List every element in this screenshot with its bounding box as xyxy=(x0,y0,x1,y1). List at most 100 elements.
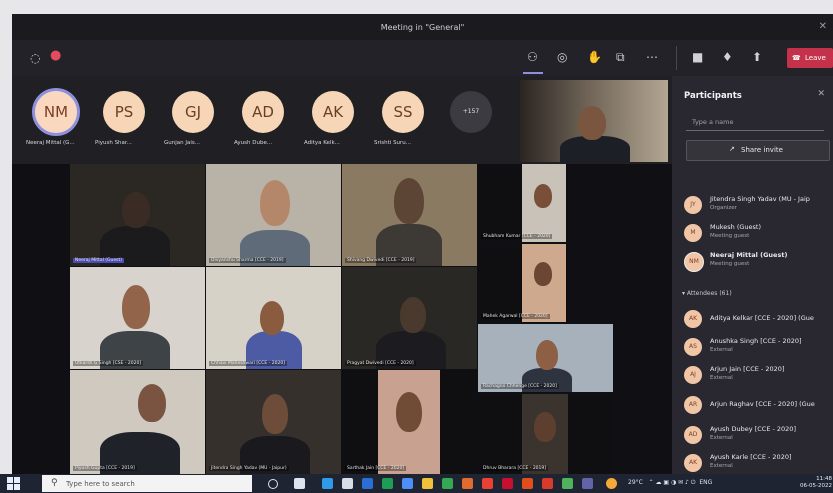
avatar-ad[interactable]: AD xyxy=(242,91,284,133)
avatar-ps[interactable]: PS xyxy=(103,91,145,133)
close-window-icon[interactable]: ✕ xyxy=(819,21,827,32)
participant-role: External xyxy=(710,463,733,469)
participant-name: Anushka Singh [CCE - 2020] xyxy=(710,337,802,345)
participant-item[interactable]: AR Arjun Raghav [CCE - 2020] (Gue xyxy=(684,394,832,418)
teams-icon[interactable] xyxy=(582,478,593,489)
video-tile[interactable]: Rachagno Chhenge [CCE - 2020] xyxy=(478,324,613,392)
tile-name: Piyush Gupta [CCE - 2019] xyxy=(73,466,137,471)
cortana-icon[interactable] xyxy=(268,479,278,489)
video-tile[interactable]: Piyush Gupta [CCE - 2019] xyxy=(70,370,205,474)
powerpoint-icon[interactable] xyxy=(522,478,533,489)
person-head xyxy=(122,285,150,329)
tile-name: Divyanshu Sharma [CCE - 2019] xyxy=(209,258,286,263)
weather-text: 29°C xyxy=(628,479,643,486)
app-icon[interactable] xyxy=(482,478,493,489)
loading-indicator-icon: ◌ xyxy=(30,51,41,65)
chrome-icon[interactable] xyxy=(442,478,453,489)
participant-avatar: AS xyxy=(684,338,702,356)
person-head xyxy=(396,392,422,432)
participant-item[interactable]: AD Ayush Dubey [CCE - 2020] External xyxy=(684,424,832,448)
video-tile[interactable]: Mahek Agarwal [CCE - 2020] xyxy=(478,244,568,322)
participant-name: Aditya Kelkar [CCE - 2020] (Gue xyxy=(710,314,814,322)
avatar-ak[interactable]: AK xyxy=(312,91,354,133)
participant-avatar: NM xyxy=(684,252,704,272)
participant-item[interactable]: AK Aditya Kelkar [CCE - 2020] (Gue xyxy=(684,308,832,332)
taskbar-search-input[interactable]: ⚲ Type here to search xyxy=(42,475,252,492)
system-tray: 29°C ⌃ ☁ ▣ ◑ ✉ ♪ ⏻ ENG xyxy=(628,479,712,487)
share-invite-label: Share invite xyxy=(741,146,783,154)
participants-icon[interactable]: ⚇ xyxy=(527,50,538,64)
participant-avatar: M xyxy=(684,224,702,242)
active-tab-indicator xyxy=(523,72,543,74)
taskbar-clock[interactable]: 11:48 06-05-2022 xyxy=(800,476,832,490)
participant-item[interactable]: AK Ayush Karle [CCE - 2020] External xyxy=(684,452,832,474)
close-panel-icon[interactable]: ✕ xyxy=(817,89,825,99)
language-indicator[interactable]: ENG xyxy=(699,479,712,486)
participant-avatar: AD xyxy=(684,426,702,444)
video-tile[interactable]: Sarthak Jain [CCE - 2020] xyxy=(342,370,477,474)
taskbar-search-placeholder: Type here to search xyxy=(66,480,135,488)
attendees-section-header[interactable]: ▾ Attendees (61) xyxy=(682,290,732,297)
person-head xyxy=(260,301,284,335)
tray-icons[interactable]: ⌃ ☁ ▣ ◑ ✉ ♪ ⏻ xyxy=(645,479,698,486)
participant-item[interactable]: M Mukesh (Guest) Meeting guest xyxy=(684,222,832,246)
app-icon[interactable] xyxy=(562,478,573,489)
video-tile[interactable]: Pragyat Dwivedi [CCE - 2020] xyxy=(342,267,477,369)
participant-item[interactable]: JY Jitendra Singh Yadav (MU - Jaip Organ… xyxy=(684,194,832,218)
leave-button[interactable]: ☎ Leave xyxy=(787,48,833,68)
video-tile[interactable]: Divyanshu Sharma [CCE - 2019] xyxy=(206,164,341,266)
video-tile[interactable]: Shivang Dwivedi [CCE - 2019] xyxy=(342,164,477,266)
video-grid: Neeraj Mittal (Guest) Divyanshu Sharma [… xyxy=(12,164,672,474)
microphone-icon[interactable]: ♦ xyxy=(722,50,733,64)
app-icon[interactable] xyxy=(462,478,473,489)
tile-name: Shubham Kumar [CCE - 2020] xyxy=(481,234,553,239)
more-participants-button[interactable]: +157 xyxy=(450,91,492,133)
tile-name: Rachagno Chhenge [CCE - 2020] xyxy=(481,384,559,389)
tile-name: Shivang Dwivedi [CCE - 2019] xyxy=(345,258,417,263)
tile-name: Utkarsh G Singh [CSE - 2020] xyxy=(73,361,144,366)
excel-icon[interactable] xyxy=(382,478,393,489)
avatar-gj[interactable]: GJ xyxy=(172,91,214,133)
share-screen-icon[interactable]: ⬆ xyxy=(752,50,762,64)
share-invite-button[interactable]: ↗ Share invite xyxy=(686,140,830,161)
video-tile[interactable]: Neeraj Mittal (Guest) xyxy=(70,164,205,266)
app-icon[interactable] xyxy=(542,478,553,489)
task-view-icon[interactable] xyxy=(294,478,305,489)
participant-role: Meeting guest xyxy=(710,261,750,267)
video-tile[interactable]: Dhruv Bharara [CCE - 2019] xyxy=(478,394,613,474)
camera-icon[interactable]: ■ xyxy=(692,50,703,64)
more-options-icon[interactable]: ⋯ xyxy=(646,50,658,64)
participant-item[interactable]: NM Neeraj Mittal (Guest) Meeting guest xyxy=(684,250,832,274)
video-tile[interactable]: Shubham Kumar [CCE - 2020] xyxy=(478,164,568,242)
chat-icon[interactable]: ◎ xyxy=(557,50,567,64)
video-tile[interactable]: Utkarsh G Singh [CSE - 2020] xyxy=(70,267,205,369)
participant-avatar: AK xyxy=(684,310,702,328)
word-icon[interactable] xyxy=(362,478,373,489)
participant-role: Organizer xyxy=(710,205,737,211)
participant-search-input[interactable]: Type a name xyxy=(686,114,824,131)
tile-name: Pragyat Dwivedi [CCE - 2020] xyxy=(345,361,416,366)
acrobat-icon[interactable] xyxy=(502,478,513,489)
participant-avatar: JY xyxy=(684,196,702,214)
windows-start-icon[interactable] xyxy=(7,477,20,490)
teams-meeting-window: Meeting in "General" ✕ ◌ ● ⚇ ◎ ✋ ⧉ ⋯ ■ ♦… xyxy=(12,14,833,474)
participant-item[interactable]: AJ Arjun Jain [CCE - 2020] External xyxy=(684,364,832,388)
rooms-icon[interactable]: ⧉ xyxy=(616,50,625,64)
reactions-icon[interactable]: ✋ xyxy=(587,50,602,64)
participant-item[interactable]: AS Anushka Singh [CCE - 2020] External xyxy=(684,336,832,360)
featured-video[interactable] xyxy=(520,80,668,162)
mail-icon[interactable] xyxy=(402,478,413,489)
store-icon[interactable] xyxy=(342,478,353,489)
video-tile[interactable]: Jitendra Singh Yadav (MU - Jaipur) xyxy=(206,370,341,474)
file-explorer-icon[interactable] xyxy=(422,478,433,489)
window-title: Meeting in "General" xyxy=(380,23,465,32)
search-icon: ⚲ xyxy=(51,478,58,488)
weather-icon xyxy=(606,478,617,489)
windows-taskbar: ⚲ Type here to search 29°C ⌃ ☁ ▣ ◑ ✉ ♪ ⏻… xyxy=(0,474,833,493)
video-tile[interactable]: Chhavi Maheshwari [CCE - 2020] xyxy=(206,267,341,369)
edge-icon[interactable] xyxy=(322,478,333,489)
person-head xyxy=(534,412,556,442)
avatar-ss[interactable]: SS xyxy=(382,91,424,133)
share-icon: ↗ xyxy=(729,145,735,153)
avatar-nm[interactable]: NM xyxy=(32,88,80,136)
